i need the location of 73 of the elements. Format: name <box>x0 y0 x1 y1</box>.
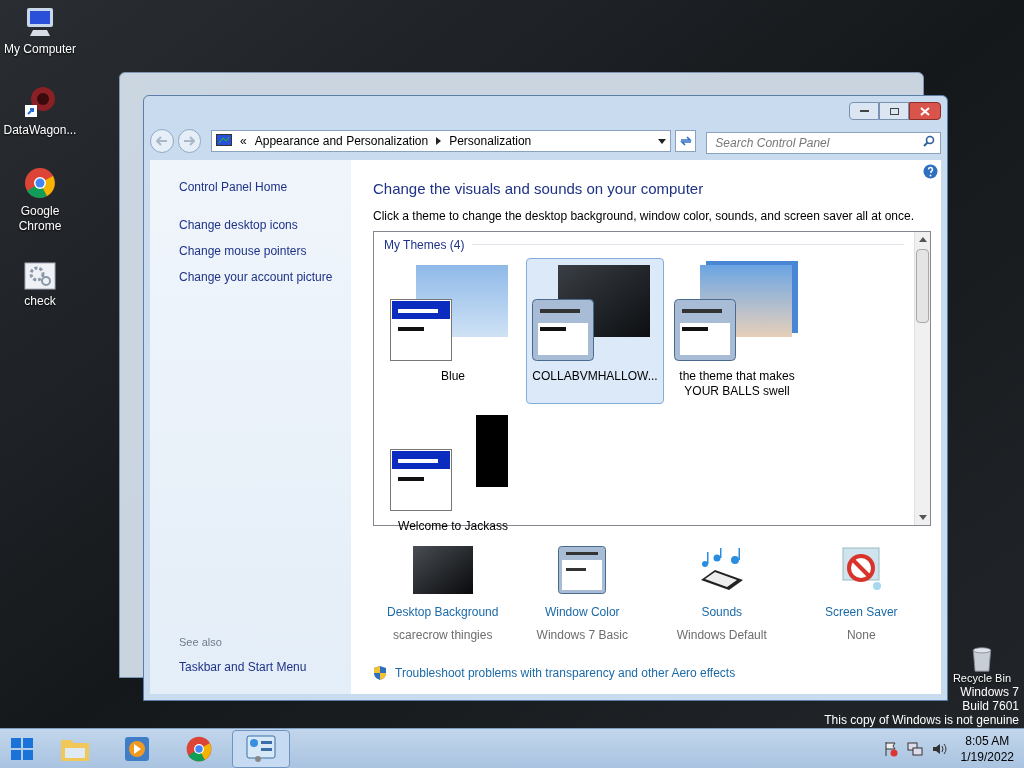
shield-icon <box>373 664 387 681</box>
desktop-icon-label[interactable]: Google Chrome <box>0 204 80 234</box>
control-panel-icon <box>246 734 276 763</box>
desktop-icon-label[interactable]: check <box>24 294 56 309</box>
taskbar-button[interactable] <box>232 729 290 768</box>
network-icon[interactable] <box>906 740 923 757</box>
desktop-icon-label[interactable]: Recycle Bin <box>952 672 1011 685</box>
gear-icon <box>24 262 56 290</box>
breadcrumb-link[interactable]: Appearance and Personalization <box>254 132 429 150</box>
page-title: Change the visuals and sounds on your computer <box>373 179 705 199</box>
clock-time[interactable]: 8:05 AM <box>965 732 1010 749</box>
forward-arrow-icon <box>183 136 196 146</box>
dropdown-arrow-icon <box>657 138 666 144</box>
desktop-icon-label[interactable]: My Computer <box>4 42 76 57</box>
desktop-icon-label[interactable]: DataWagon... <box>3 123 77 138</box>
breadcrumb-link[interactable]: Personalization <box>449 132 532 150</box>
sidebar-link[interactable]: Change desktop icons <box>179 216 351 234</box>
setting-value: scarecrow thingies <box>393 626 493 644</box>
media-player-icon <box>123 734 151 763</box>
scroll-up-arrow-icon <box>918 236 927 242</box>
chrome-icon <box>23 166 57 200</box>
theme-item[interactable]: Welcome to Jackass <box>384 407 522 539</box>
search-field[interactable]: Search Control Panel <box>706 132 941 154</box>
maximize-button[interactable] <box>879 102 909 120</box>
troubleshoot-link[interactable]: Troubleshoot problems with transparency and other Aero effects <box>395 663 736 682</box>
chrome-icon <box>185 734 213 763</box>
window-preview-icon <box>674 298 736 361</box>
scrollbar[interactable] <box>914 231 930 525</box>
help-icon[interactable] <box>923 164 938 179</box>
control-panel-icon <box>216 134 233 148</box>
genuine-notice-text: This copy of Windows is not genuine <box>824 713 1019 727</box>
back-button[interactable] <box>150 129 174 153</box>
setting-value: None <box>846 626 876 644</box>
setting-link[interactable]: Desktop Background <box>387 602 499 621</box>
setting-link[interactable]: Screen Saver <box>824 602 898 621</box>
window-color-icon <box>558 545 607 594</box>
breadcrumb-arrow-icon <box>436 137 442 145</box>
theme-item[interactable]: Blue <box>384 257 522 404</box>
genuine-notice-text: Windows 7 <box>960 685 1019 699</box>
setting-link[interactable]: Window Color <box>544 602 620 621</box>
refresh-icon <box>678 135 693 147</box>
sidebar-link[interactable]: Change mouse pointers <box>179 242 351 260</box>
address-bar[interactable]: « Appearance and Personalization Personalization <box>211 130 671 152</box>
sidebar-link[interactable]: Control Panel Home <box>179 178 351 196</box>
action-center-flag-icon[interactable] <box>882 740 899 757</box>
windows-logo-icon <box>10 736 34 761</box>
theme-item[interactable]: the theme that makes YOUR BALLS swell <box>668 257 806 404</box>
sidebar-link[interactable]: Change your account picture <box>179 268 351 286</box>
overflow-chevron[interactable]: « <box>240 132 247 150</box>
close-icon <box>920 106 930 116</box>
window-preview-icon <box>532 298 594 361</box>
group-heading: My Themes (4) <box>384 236 465 254</box>
scroll-down-arrow-icon <box>918 514 927 520</box>
sidebar-link[interactable]: Taskbar and Start Menu <box>179 658 351 676</box>
genuine-notice-text: Build 7601 <box>962 699 1019 713</box>
search-icon <box>923 135 935 147</box>
page-description: Click a theme to change the desktop background, window color, sounds, and screen saver all at once. <box>373 207 915 225</box>
clock-date[interactable]: 1/19/2022 <box>960 748 1014 765</box>
shortcut-icon <box>23 85 57 119</box>
setting-value: Windows 7 Basic <box>536 626 628 644</box>
theme-item[interactable]: COLLABVMHALLOW... <box>526 257 664 404</box>
forward-button[interactable] <box>177 129 202 153</box>
back-arrow-icon <box>155 136 168 146</box>
minimize-button[interactable] <box>849 102 879 120</box>
window-preview-icon <box>390 448 452 511</box>
window-preview-icon <box>390 298 452 361</box>
wallpaper-thumbnail <box>412 545 473 594</box>
see-also-heading: See also <box>179 634 223 650</box>
close-button[interactable] <box>909 102 941 120</box>
refresh-button[interactable] <box>674 130 697 152</box>
scrollbar-thumb[interactable] <box>916 248 929 323</box>
setting-value: Windows Default <box>676 626 767 644</box>
setting-link[interactable]: Sounds <box>701 602 743 621</box>
